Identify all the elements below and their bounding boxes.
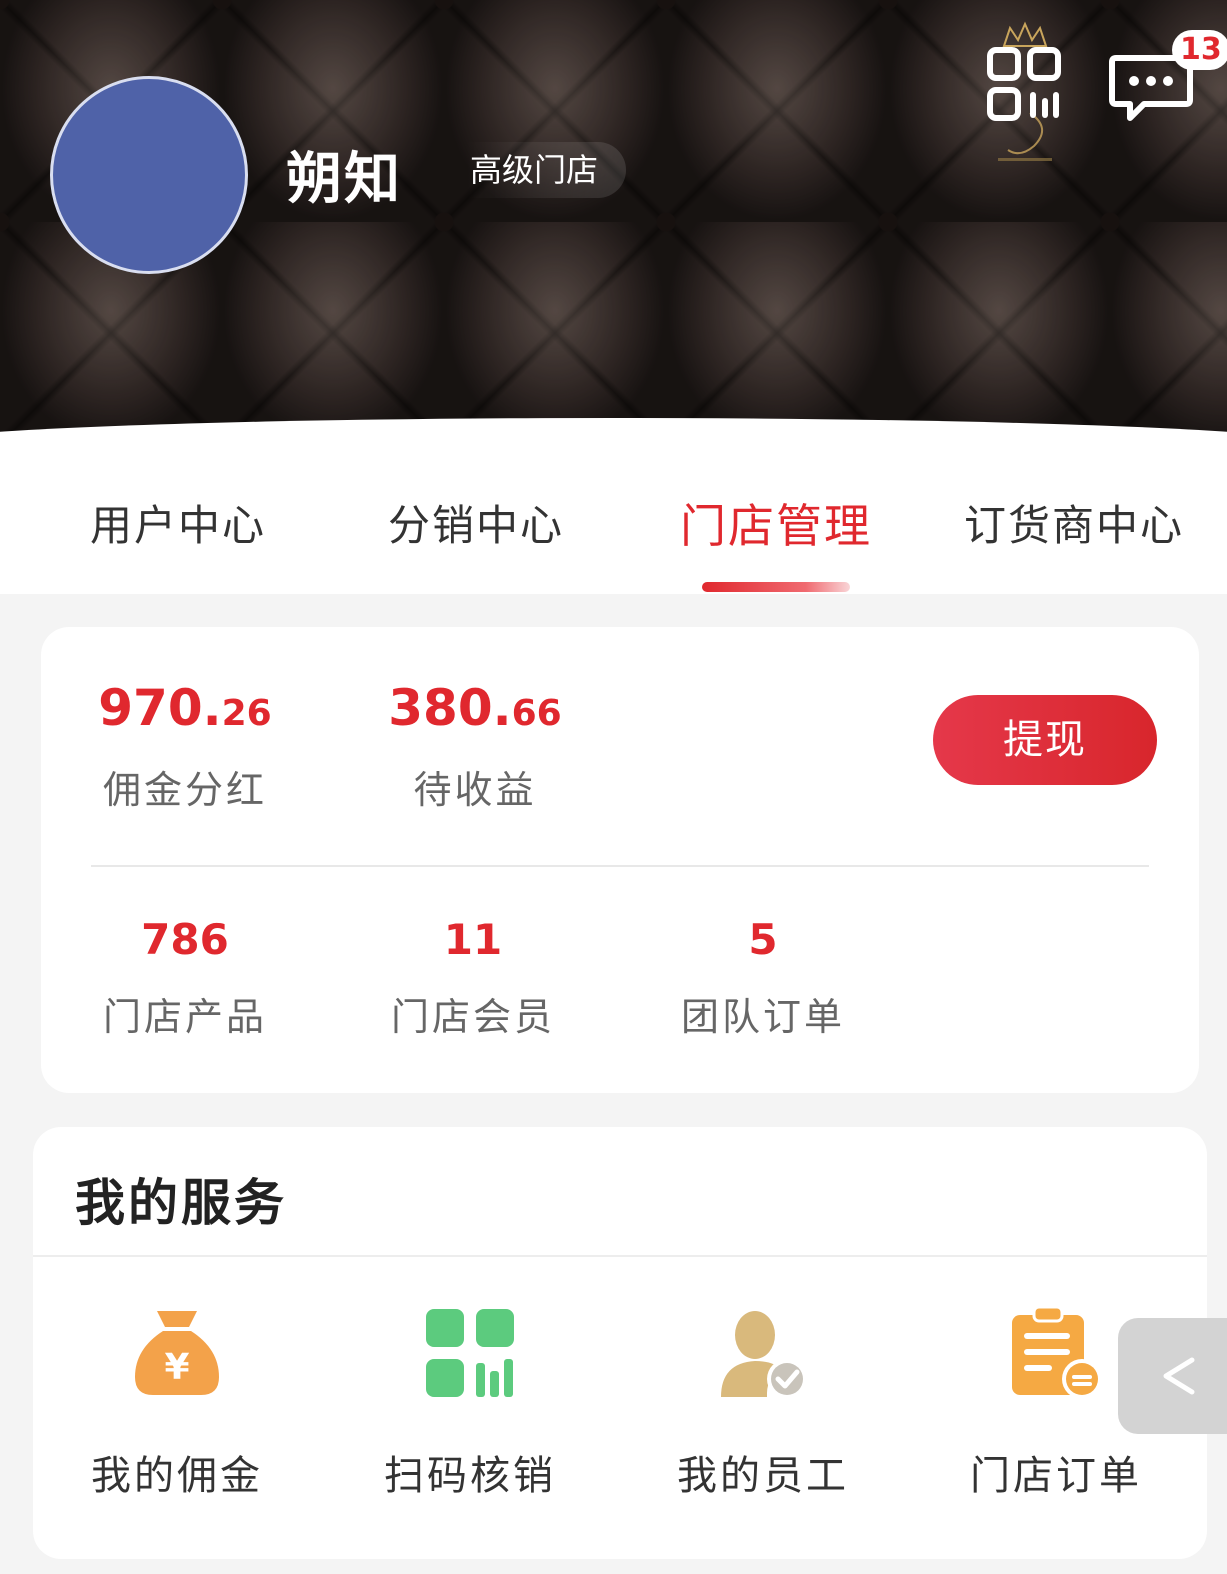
qr-code-icon[interactable]: [986, 46, 1062, 122]
team-orders-label: 团队订单: [680, 995, 845, 1039]
tab-store-management[interactable]: 门店管理: [680, 490, 872, 556]
store-products-label: 门店产品: [102, 995, 267, 1039]
store-products-stat[interactable]: 786 门店产品: [55, 915, 315, 1041]
money-bag-icon: ¥: [135, 1311, 219, 1395]
pending-income-label: 待收益: [413, 768, 537, 812]
avatar[interactable]: [50, 76, 248, 274]
store-order-icon: [1012, 1305, 1102, 1399]
scan-verify-icon: [426, 1309, 514, 1397]
services-divider: [33, 1255, 1207, 1257]
service-scan-verify[interactable]: 扫码核销: [360, 1305, 580, 1501]
pending-income-value: 380.66: [388, 679, 562, 737]
member-level-badge: 高级门店: [466, 142, 627, 198]
store-members-label: 门店会员: [390, 995, 555, 1039]
user-name: 朔知: [286, 147, 402, 212]
side-drawer-toggle[interactable]: [1118, 1318, 1227, 1434]
tab-distribution-center[interactable]: 分销中心: [388, 492, 564, 553]
chevron-left-icon: [1163, 1357, 1195, 1395]
service-label: 门店订单: [970, 1453, 1142, 1499]
message-count-badge: 13: [1172, 30, 1227, 70]
team-orders-value: 5: [748, 915, 778, 964]
staff-icon: [721, 1311, 807, 1399]
tab-user-center[interactable]: 用户中心: [90, 492, 266, 553]
service-label: 我的员工: [677, 1453, 849, 1499]
pending-income-stat[interactable]: 380.66 待收益: [345, 679, 605, 814]
services-card: 我的服务 ¥ 我的佣金 扫码核销 我的员工 门店订单: [33, 1127, 1207, 1559]
svg-text:¥: ¥: [164, 1347, 189, 1388]
service-label: 扫码核销: [384, 1453, 556, 1499]
store-members-stat[interactable]: 11 门店会员: [343, 915, 603, 1041]
service-my-commission[interactable]: ¥ 我的佣金: [67, 1305, 287, 1501]
center-tabs: 用户中心 分销中心 门店管理 订货商中心: [0, 446, 1227, 594]
team-orders-stat[interactable]: 5 团队订单: [633, 915, 893, 1041]
store-products-value: 786: [141, 915, 229, 964]
services-title: 我的服务: [75, 1174, 287, 1232]
withdraw-button[interactable]: 提现: [933, 695, 1157, 785]
commission-stat[interactable]: 970.26 佣金分红: [55, 679, 315, 814]
store-members-value: 11: [443, 915, 503, 964]
active-tab-indicator: [702, 582, 850, 592]
commission-label: 佣金分红: [102, 768, 267, 812]
profile-header: 朔知 高级门店 13: [0, 0, 1227, 446]
service-my-staff[interactable]: 我的员工: [653, 1305, 873, 1501]
commission-value: 970.26: [98, 679, 272, 737]
tab-supplier-center[interactable]: 订货商中心: [964, 492, 1184, 553]
stats-divider: [91, 865, 1149, 867]
service-label: 我的佣金: [91, 1453, 263, 1499]
store-stats-card: 970.26 佣金分红 380.66 待收益 提现 786 门店产品 11 门店…: [41, 627, 1199, 1093]
